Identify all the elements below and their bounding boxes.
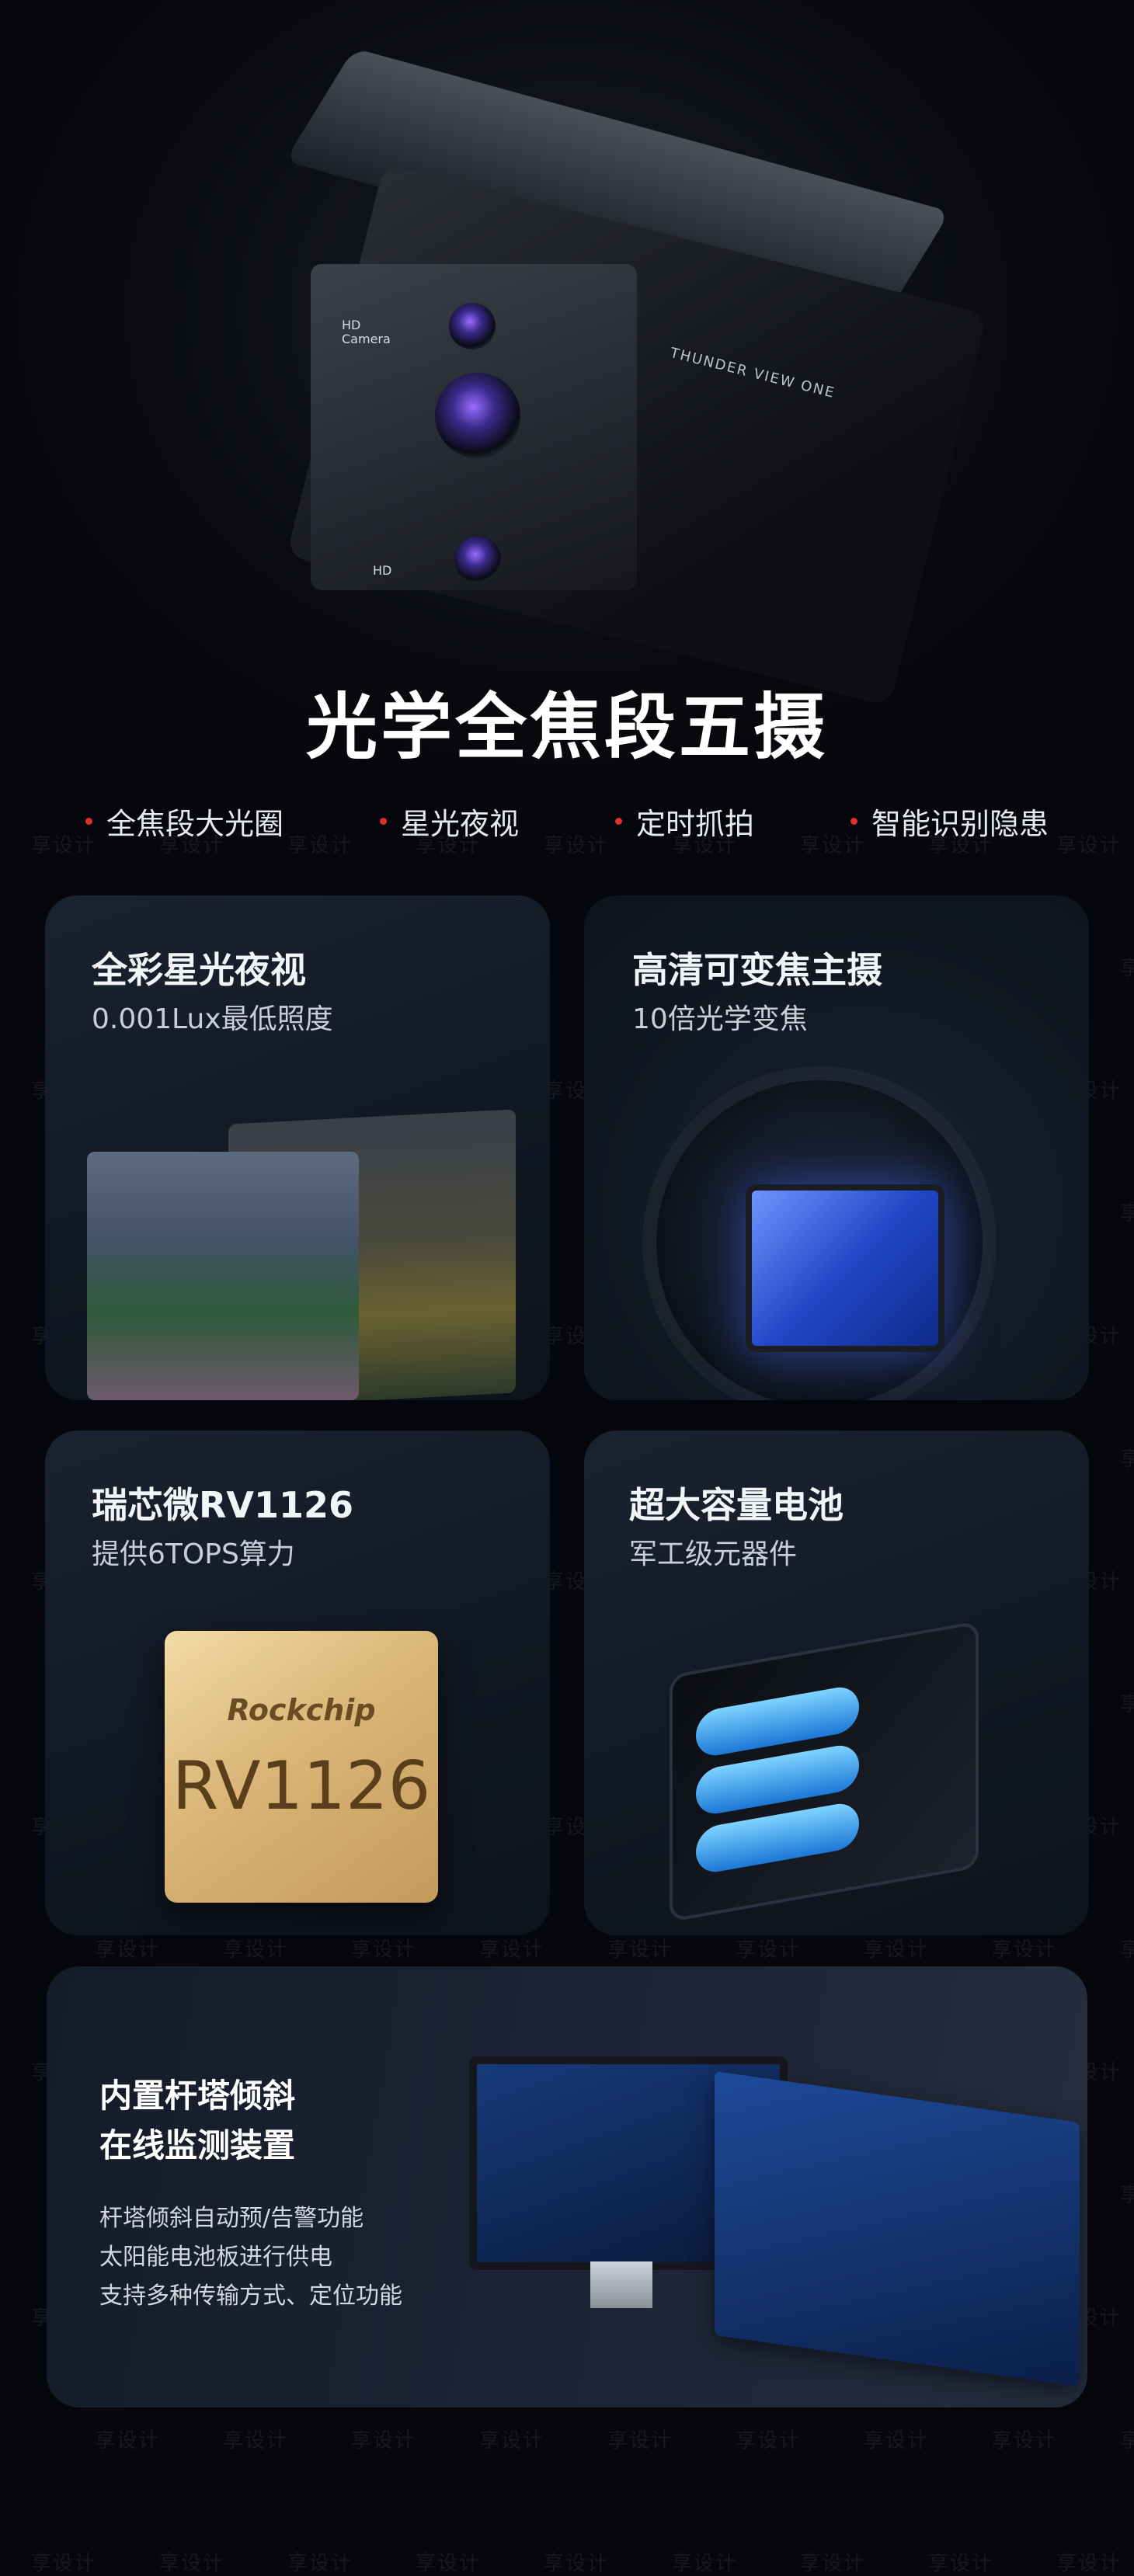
- watermark-text: 享设计: [864, 1938, 930, 1962]
- watermark-text: 享设计: [992, 1938, 1058, 1962]
- bullet-dot-icon: [85, 818, 92, 825]
- watermark-text: 享设计: [864, 2429, 930, 2453]
- card-title-line: 内置杆塔倾斜: [99, 2077, 296, 2115]
- watermark-text: 享设计: [1056, 834, 1122, 857]
- watermark-text: 享设计: [736, 1938, 802, 1962]
- rockchip-chip-icon: Rockchip RV1126: [165, 1631, 438, 1903]
- watermark-text: 享设计: [287, 2552, 353, 2575]
- feature-item: 星光夜视: [379, 800, 519, 843]
- monitor-stand-icon: [590, 2261, 652, 2308]
- bullet-dot-icon: [614, 818, 622, 825]
- watermark-text: 享设计: [928, 2552, 994, 2575]
- card-title: 瑞芯微RV1126: [92, 1484, 354, 1526]
- card-title: 超大容量电池: [629, 1484, 844, 1526]
- battery-pack-icon: [670, 1620, 979, 1923]
- card-subtitle: 军工级元器件: [629, 1538, 798, 1570]
- card-night-vision: 全彩星光夜视 0.001Lux最低照度: [45, 895, 550, 1400]
- watermark-text: 享设计: [1120, 1938, 1134, 1962]
- night-photo-front: [87, 1152, 359, 1400]
- watermark-text: 享设计: [1120, 2184, 1134, 2207]
- watermark-text: 享设计: [736, 2429, 802, 2453]
- card-title-line: 在线监测装置: [99, 2126, 296, 2164]
- feature-label: 智能识别隐患: [871, 807, 1049, 841]
- watermark-text: 享设计: [223, 1938, 289, 1962]
- watermark-text: 享设计: [223, 2429, 289, 2453]
- watermark-text: 享设计: [672, 2552, 738, 2575]
- watermark-text: 享设计: [479, 2429, 545, 2453]
- watermark-text: 享设计: [1056, 2552, 1122, 2575]
- camera-front-panel: HD Camera HD: [311, 264, 637, 590]
- chip-model: RV1126: [172, 1747, 431, 1825]
- watermark-text: 享设计: [1120, 1202, 1134, 1225]
- watermark-text: 享设计: [95, 2429, 161, 2453]
- card-battery: 超大容量电池 军工级元器件: [584, 1431, 1089, 1935]
- watermark-text: 享设计: [1120, 957, 1134, 980]
- description-line: 太阳能电池板进行供电: [99, 2244, 332, 2271]
- image-sensor-icon: [746, 1184, 944, 1352]
- card-subtitle: 0.001Lux最低照度: [92, 1003, 333, 1035]
- watermark-text: 享设计: [800, 2552, 866, 2575]
- description-line: 支持多种传输方式、定位功能: [99, 2282, 402, 2310]
- watermark-text: 享设计: [607, 2429, 673, 2453]
- feature-list: 全焦段大光圈 星光夜视 定时抓拍 智能识别隐患: [85, 800, 1049, 843]
- lens-bottom-icon: [454, 536, 501, 582]
- watermark-text: 享设计: [992, 2429, 1058, 2453]
- bullet-dot-icon: [379, 818, 387, 825]
- page-title: 光学全焦段五摄: [305, 686, 828, 769]
- description-line: 杆塔倾斜自动预/告警功能: [99, 2205, 364, 2232]
- card-title: 全彩星光夜视: [92, 949, 306, 991]
- dashboard-screen-icon: [715, 2070, 1080, 2387]
- bullet-dot-icon: [850, 818, 857, 825]
- watermark-text: 享设计: [31, 2552, 97, 2575]
- card-subtitle: 10倍光学变焦: [632, 1003, 808, 1035]
- lens-main-icon: [435, 373, 520, 458]
- hero-section: HD Camera HD THUNDER VIEW ONE 光学全焦段五摄: [0, 0, 1134, 777]
- watermark-text: 享设计: [1120, 1693, 1134, 1716]
- watermark-text: 享设计: [416, 2552, 482, 2575]
- feature-item: 定时抓拍: [614, 800, 754, 843]
- watermark-text: 享设计: [607, 1938, 673, 1962]
- card-description: 杆塔倾斜自动预/告警功能 太阳能电池板进行供电 支持多种传输方式、定位功能: [99, 2199, 402, 2316]
- camera-hd-label-bottom: HD: [373, 563, 392, 578]
- watermark-text: 享设计: [159, 2552, 225, 2575]
- card-title: 内置杆塔倾斜 在线监测装置: [99, 2071, 295, 2171]
- watermark-text: 享设计: [479, 1938, 545, 1962]
- chip-brand: Rockchip: [227, 1693, 376, 1727]
- watermark-text: 享设计: [351, 2429, 417, 2453]
- watermark-text: 享设计: [95, 1938, 161, 1962]
- watermark-text: 享设计: [544, 2552, 610, 2575]
- watermark-text: 享设计: [1120, 1448, 1134, 1471]
- watermark-text: 享设计: [351, 1938, 417, 1962]
- lens-small-icon: [449, 303, 496, 349]
- feature-item: 智能识别隐患: [850, 800, 1049, 843]
- feature-label: 全焦段大光圈: [106, 807, 284, 841]
- card-title: 高清可变焦主摄: [632, 949, 882, 991]
- feature-item: 全焦段大光圈: [85, 800, 284, 843]
- feature-label: 星光夜视: [400, 807, 519, 841]
- feature-label: 定时抓拍: [635, 807, 754, 841]
- camera-hd-label: HD Camera: [342, 318, 391, 346]
- watermark-text: 享设计: [1120, 2429, 1134, 2453]
- card-subtitle: 提供6TOPS算力: [92, 1538, 295, 1570]
